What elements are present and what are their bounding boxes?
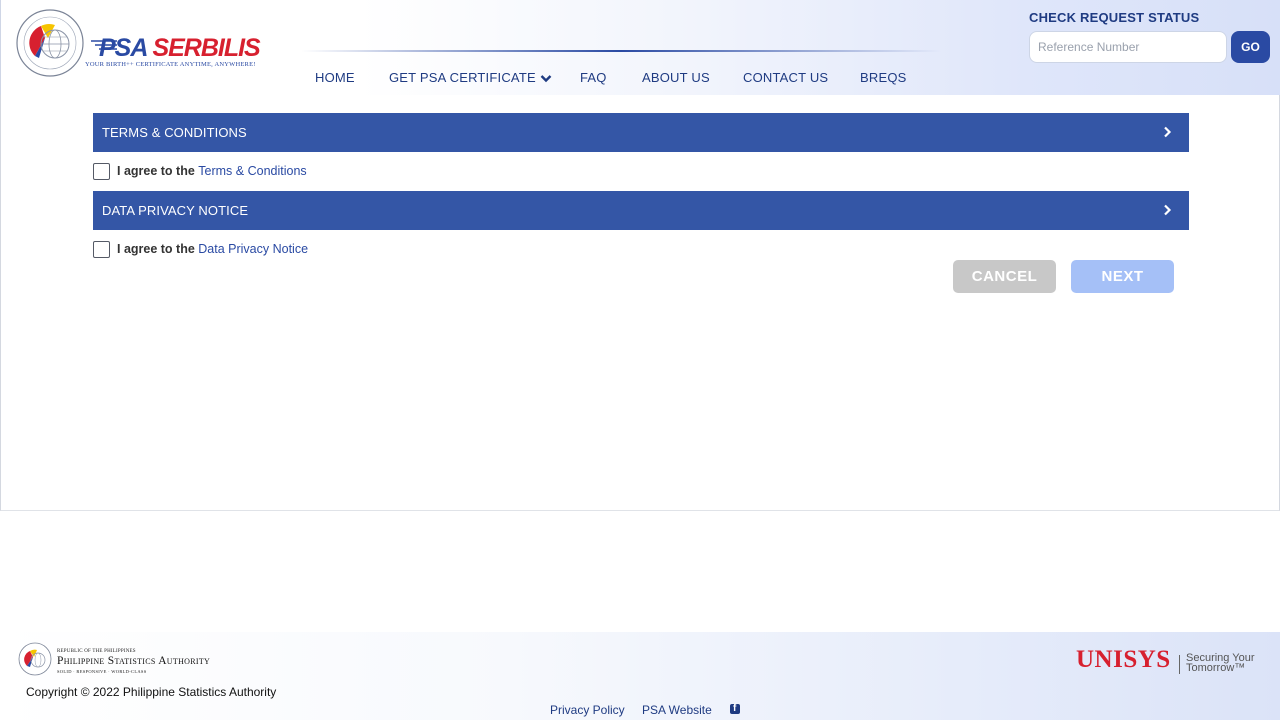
psa-seal-icon	[16, 9, 84, 77]
facebook-icon[interactable]: f	[730, 703, 740, 714]
unisys-tagline: Securing Your Tomorrow™	[1186, 653, 1255, 674]
nav-about-us[interactable]: ABOUT US	[642, 70, 710, 85]
chevron-right-icon	[1164, 126, 1172, 138]
main-content: TERMS & CONDITIONS I agree to the Terms …	[0, 95, 1280, 511]
psa-seal-icon	[18, 642, 52, 676]
nav-get-psa-certificate-label: GET PSA CERTIFICATE	[389, 70, 536, 85]
copyright-text: Copyright © 2022 Philippine Statistics A…	[26, 685, 277, 699]
reference-number-input[interactable]	[1029, 31, 1227, 63]
go-button[interactable]: GO	[1231, 31, 1270, 63]
terms-conditions-panel[interactable]: TERMS & CONDITIONS	[93, 113, 1189, 152]
check-request-status-title: CHECK REQUEST STATUS	[1029, 10, 1200, 25]
terms-agree-checkbox[interactable]	[93, 163, 110, 180]
logo-serbilis-text: SERBILIS	[152, 34, 260, 62]
nav-faq[interactable]: FAQ	[580, 70, 607, 85]
next-button[interactable]: NEXT	[1071, 260, 1174, 293]
data-privacy-notice-panel[interactable]: DATA PRIVACY NOTICE	[93, 191, 1189, 230]
logo-tagline: YOUR BIRTH++ CERTIFICATE ANYTIME, ANYWHE…	[85, 61, 256, 68]
footer-org-name: Philippine Statistics Authority	[57, 655, 211, 667]
footer-org-tagline: SOLID · RESPONSIVE · WORLD-CLASS	[57, 669, 147, 674]
logo-wordmark: PSA SERBILIS	[99, 34, 261, 63]
privacy-agree-checkbox[interactable]	[93, 241, 110, 258]
nav-breqs[interactable]: BREQS	[860, 70, 907, 85]
site-header: PSA SERBILIS YOUR BIRTH++ CERTIFICATE AN…	[0, 0, 1280, 95]
logo-psa-text: PSA	[99, 34, 147, 62]
footer-republic-text: REPUBLIC OF THE PHILIPPINES	[57, 649, 136, 654]
nav-divider	[301, 50, 941, 52]
psa-serbilis-logo[interactable]: PSA SERBILIS YOUR BIRTH++ CERTIFICATE AN…	[15, 8, 275, 80]
cancel-button[interactable]: CANCEL	[953, 260, 1056, 293]
psa-website-link[interactable]: PSA Website	[642, 703, 712, 717]
site-footer: REPUBLIC OF THE PHILIPPINES Philippine S…	[0, 632, 1280, 720]
data-privacy-notice-link[interactable]: Data Privacy Notice	[198, 242, 308, 256]
terms-conditions-panel-title: TERMS & CONDITIONS	[102, 125, 247, 140]
unisys-tagline-line2: Tomorrow™	[1186, 662, 1246, 674]
unisys-divider	[1179, 655, 1180, 674]
chevron-down-icon	[540, 75, 552, 83]
data-privacy-notice-panel-title: DATA PRIVACY NOTICE	[102, 203, 249, 218]
terms-conditions-link[interactable]: Terms & Conditions	[198, 164, 306, 178]
terms-agree-label: I agree to the Terms & Conditions	[117, 164, 307, 178]
chevron-right-icon	[1164, 204, 1172, 216]
terms-agree-prefix: I agree to the	[117, 164, 195, 178]
privacy-policy-link[interactable]: Privacy Policy	[550, 703, 625, 717]
nav-contact-us[interactable]: CONTACT US	[743, 70, 828, 85]
unisys-logo: UNISYS	[1076, 646, 1171, 673]
privacy-agree-label: I agree to the Data Privacy Notice	[117, 242, 308, 256]
nav-get-psa-certificate[interactable]: GET PSA CERTIFICATE	[389, 70, 552, 85]
privacy-agree-prefix: I agree to the	[117, 242, 195, 256]
nav-home[interactable]: HOME	[315, 70, 355, 85]
